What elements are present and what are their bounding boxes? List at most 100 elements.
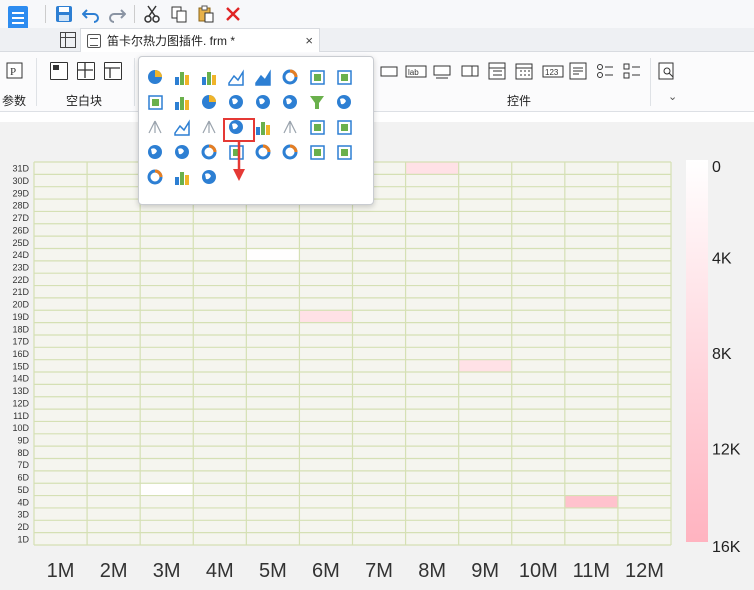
word-cloud-icon[interactable] (337, 120, 352, 135)
y-tick-label: 3D (17, 510, 29, 520)
dropdown-control-icon[interactable] (461, 62, 479, 80)
treemap-chart-icon[interactable] (283, 95, 297, 109)
chart-type-grid (147, 69, 352, 185)
paste-icon[interactable] (195, 3, 217, 25)
horizontal-bar-icon[interactable] (202, 72, 216, 85)
delete-icon[interactable] (222, 3, 244, 25)
label-icon[interactable]: lab (405, 62, 427, 80)
pie-chart-icon[interactable] (148, 70, 162, 84)
line-plot-icon[interactable] (174, 119, 190, 136)
x-tick-label: 4M (206, 560, 234, 582)
y-tick-label: 4D (17, 497, 29, 507)
date-control-icon[interactable] (515, 62, 533, 80)
bubble-chart-icon[interactable] (148, 95, 163, 110)
legend-tick-label: 16K (712, 539, 741, 556)
quick-access-toolbar: ▼ (0, 0, 754, 45)
document-icon (8, 6, 28, 30)
y-tick-label: 6D (17, 473, 29, 483)
absolute-layout-icon[interactable] (50, 62, 68, 80)
layer-chart-icon[interactable] (310, 145, 325, 160)
tree-chart-icon[interactable] (202, 120, 216, 134)
gantt-chart-icon[interactable] (148, 120, 162, 134)
signal-bar-icon[interactable] (175, 172, 189, 185)
param-group-label: 参数 (2, 94, 27, 108)
textarea-control-icon[interactable] (569, 62, 587, 80)
y-tick-label: 2D (17, 522, 29, 532)
heatmap-cells (33, 161, 672, 546)
earth-icon[interactable] (175, 145, 189, 159)
y-tick-label: 11D (13, 411, 29, 421)
world-map-icon[interactable] (256, 95, 270, 109)
y-tick-label: 22D (12, 275, 29, 285)
heatmap-cell-5M-24D[interactable] (246, 248, 300, 261)
radar-chart-icon[interactable] (310, 70, 325, 85)
copy-icon[interactable] (168, 3, 190, 25)
map-marker-icon[interactable] (202, 170, 216, 184)
heatmap-cell-9M-15D[interactable] (458, 359, 512, 373)
list-chart-icon[interactable] (337, 145, 352, 160)
globe-icon[interactable] (148, 145, 162, 159)
ribbon-expand-icon[interactable]: ⌄ (668, 90, 677, 103)
heatmap-cell-11M-4D[interactable] (564, 495, 618, 508)
x-tick-label: 5M (259, 560, 287, 582)
percent-gauge-icon[interactable] (255, 144, 271, 160)
close-icon[interactable]: × (305, 33, 313, 48)
y-tick-label: 21D (12, 287, 29, 297)
y-tick-label: 5D (17, 485, 29, 495)
checkbox-group-icon[interactable] (623, 62, 641, 80)
y-tick-label: 9D (17, 435, 29, 445)
funnel-chart-icon[interactable] (310, 96, 324, 109)
line-chart-icon[interactable] (228, 69, 244, 86)
combo-chart-icon[interactable] (175, 97, 189, 110)
ring-gauge-icon[interactable] (201, 144, 217, 160)
progress-ring-icon[interactable] (282, 144, 298, 160)
parameter-icon[interactable]: P (6, 62, 24, 80)
text-chart-icon[interactable] (229, 145, 244, 160)
search-query-icon[interactable] (658, 62, 676, 80)
heatmap-color-legend: 0 4K 8K 12K 16K (686, 159, 741, 556)
radio-group-icon[interactable] (596, 62, 614, 80)
y-tick-label: 15D (12, 361, 29, 371)
x-tick-label: 7M (365, 560, 393, 582)
gauge-chart-icon[interactable] (282, 69, 298, 85)
y-tick-label: 8D (17, 448, 29, 458)
area-chart-icon[interactable] (255, 69, 271, 86)
svg-text:P: P (10, 66, 16, 78)
save-icon[interactable] (53, 3, 75, 25)
cut-icon[interactable] (141, 3, 163, 25)
bar-chart-icon[interactable] (175, 72, 189, 85)
y-tick-label: 19D (12, 312, 29, 322)
heatmap-cell-3M-5D[interactable] (140, 483, 194, 496)
undo-icon[interactable] (80, 3, 102, 25)
map-chart-icon[interactable] (229, 95, 243, 109)
button-control-icon[interactable] (433, 62, 451, 80)
scatter-chart-icon[interactable] (337, 70, 352, 85)
x-tick-label: 6M (312, 560, 340, 582)
tab-document[interactable]: 笛卡尔热力图插件. frm * × (80, 28, 320, 52)
org-chart-icon[interactable] (283, 120, 297, 134)
number-control-icon[interactable]: 123 (542, 62, 564, 80)
tab-layout-icon[interactable] (104, 62, 122, 80)
split-layout-icon[interactable] (77, 62, 95, 80)
table-chart-icon[interactable] (310, 120, 325, 135)
redo-icon[interactable] (106, 3, 128, 25)
y-tick-label: 26D (12, 225, 29, 235)
tree-control-icon[interactable] (488, 62, 506, 80)
globe-chart-icon[interactable] (337, 95, 351, 109)
heatmap-cell-6M-19D[interactable] (299, 310, 353, 323)
grid-view-icon[interactable] (60, 32, 76, 48)
text-field-icon[interactable] (380, 62, 398, 80)
heatmap-y-axis: 1D 2D 3D 4D 5D 6D 7D 8D 9D 10D 11D 12D 13D 14D 15D 16D 1… (12, 164, 29, 545)
y-tick-label: 28D (12, 201, 29, 211)
heatmap-chart-icon[interactable] (229, 120, 243, 134)
circle-progress-icon[interactable] (147, 169, 163, 185)
cartesian-heatmap[interactable]: 1D 2D 3D 4D 5D 6D 7D 8D 9D 10D 11D 12D 13D 14D 15D 16D 1… (0, 132, 754, 590)
x-tick-label: 11M (573, 560, 610, 582)
y-tick-label: 12D (12, 398, 29, 408)
donut-chart-icon[interactable] (202, 95, 216, 109)
y-tick-label: 20D (12, 300, 29, 310)
heatmap-cell-8M-31D[interactable] (405, 162, 459, 175)
x-tick-label: 2M (100, 560, 128, 582)
column-chart-icon[interactable] (256, 122, 270, 135)
y-tick-label: 24D (12, 250, 29, 260)
